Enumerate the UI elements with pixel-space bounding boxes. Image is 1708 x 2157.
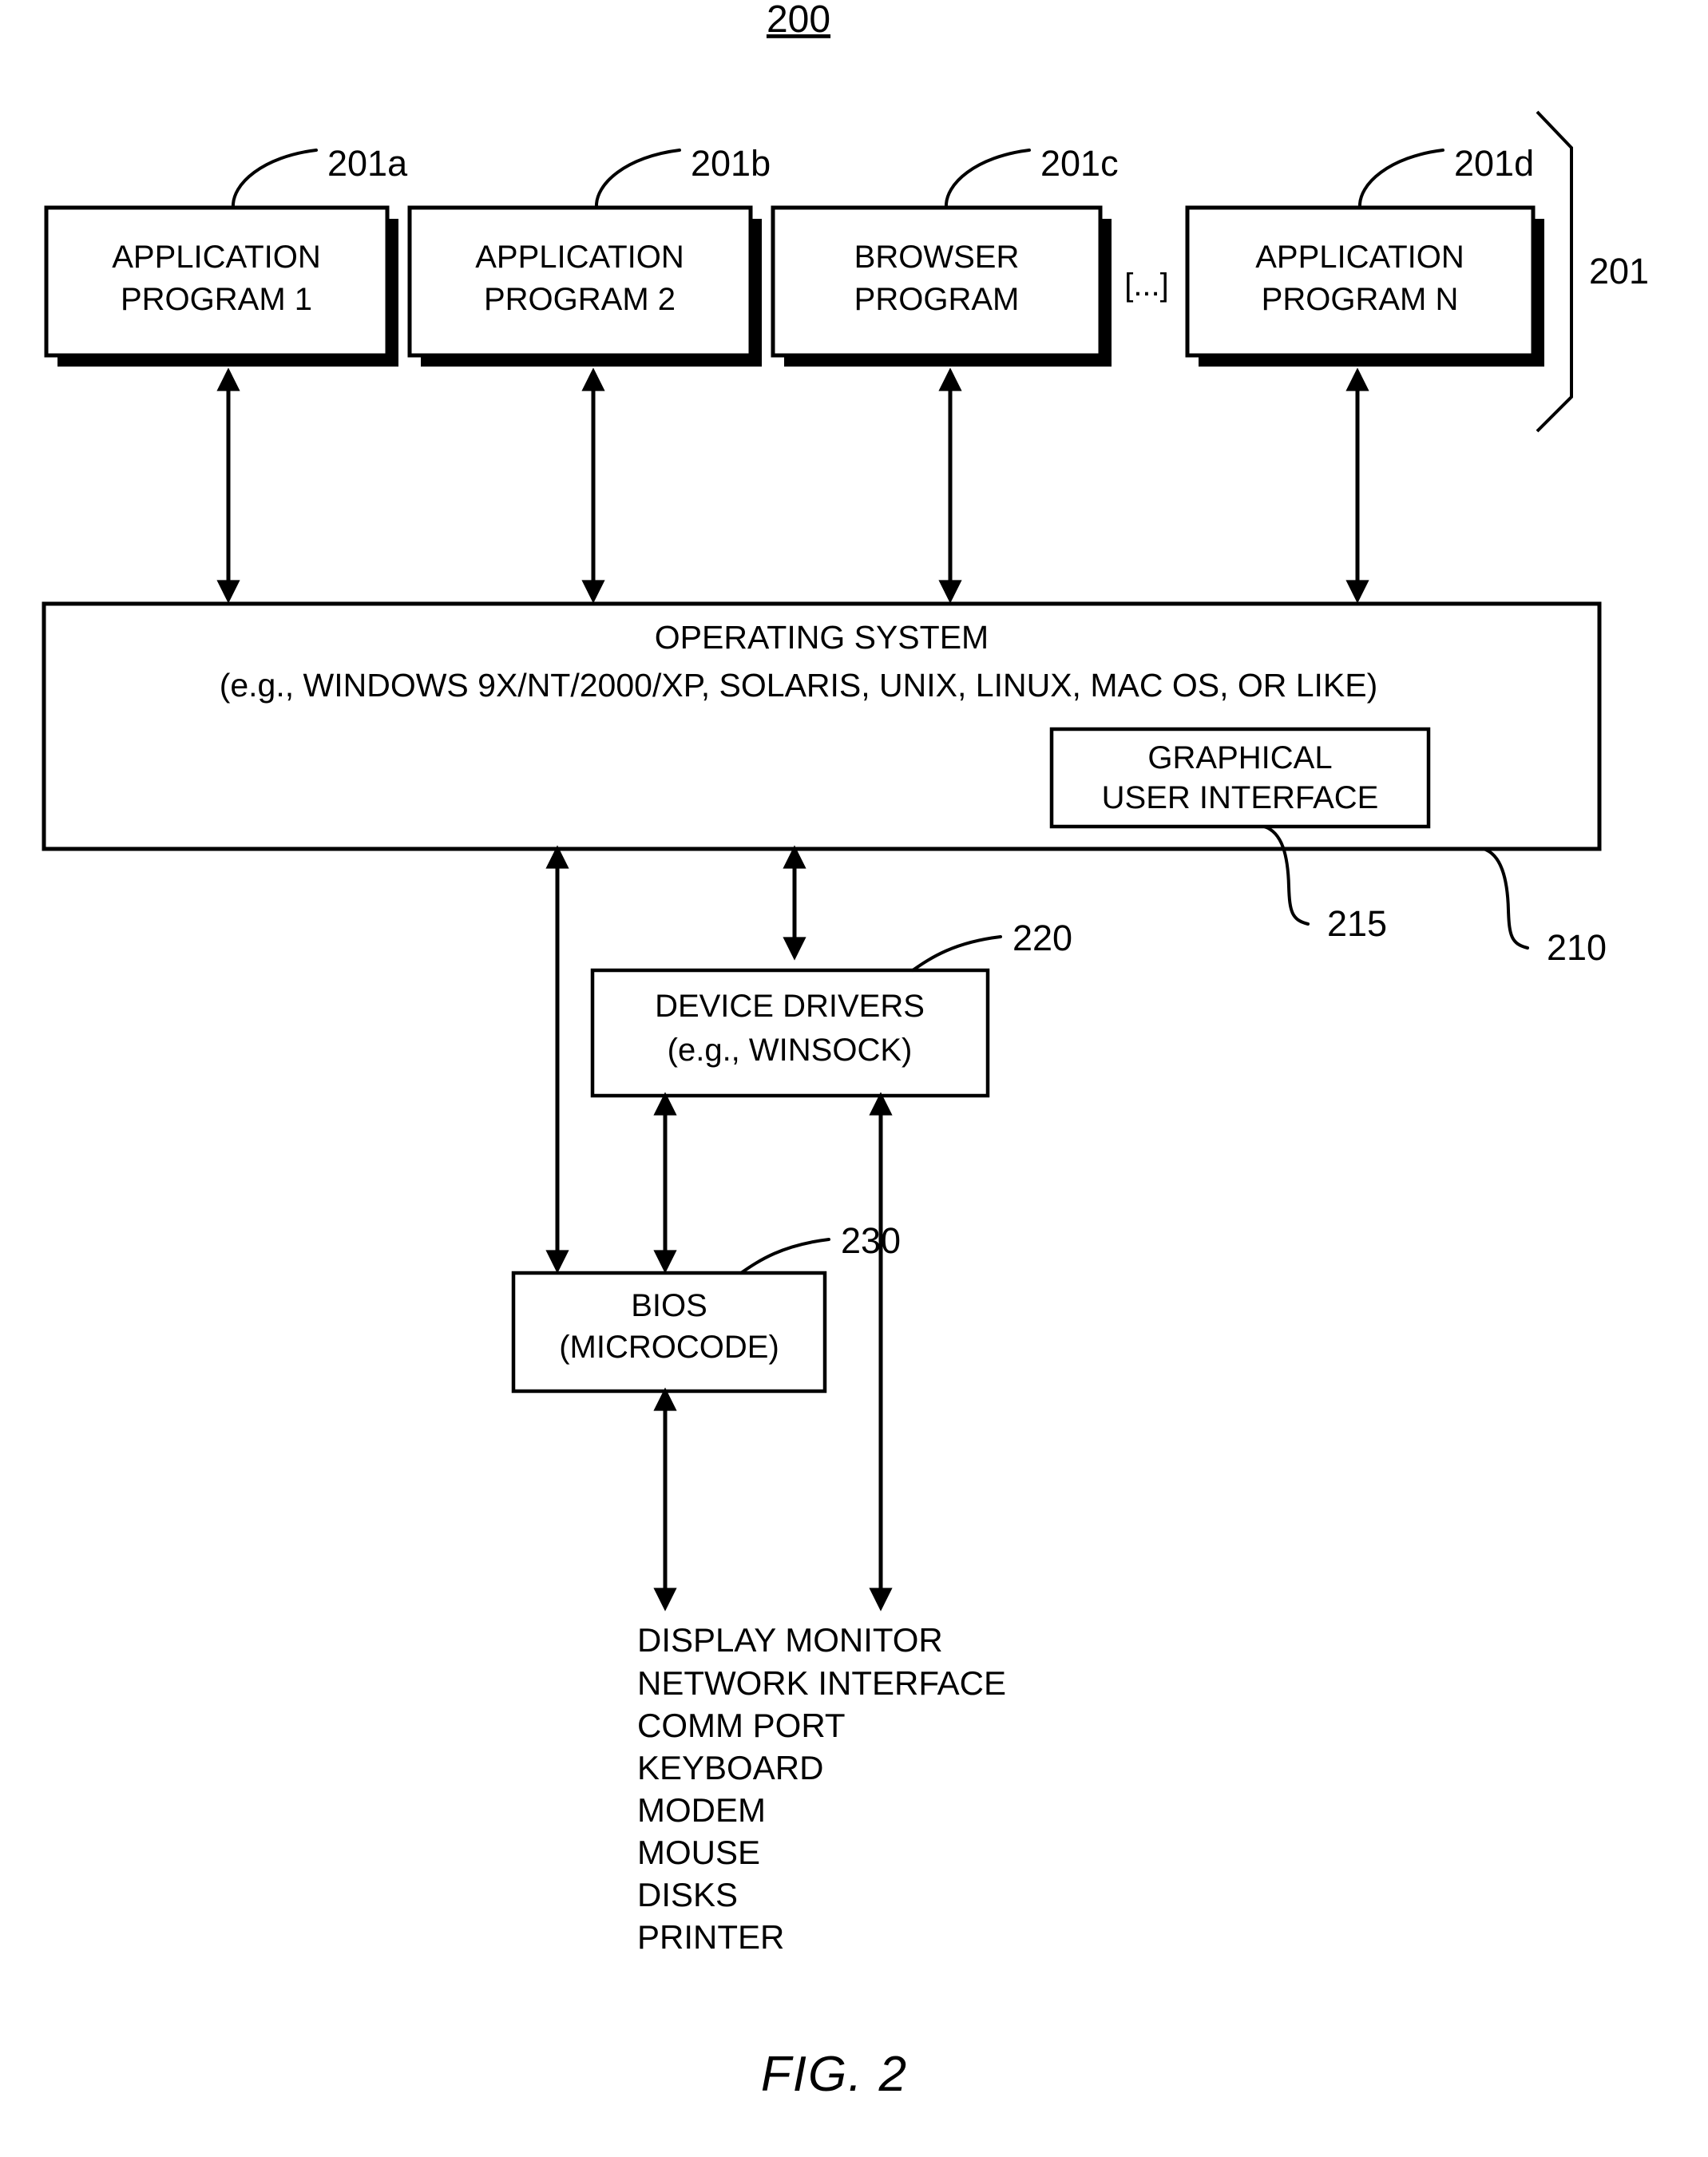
device-list-item-keyboard: KEYBOARD [637,1749,823,1786]
patent-figure-page: 200 APPLICATION PROGRAM 1 201a APPLICATI… [0,0,1708,2157]
application-program-n-label-line1: APPLICATION [1255,240,1464,275]
device-list-item-mouse: MOUSE [637,1834,760,1871]
application-program-1-label-line1: APPLICATION [112,240,321,275]
operating-system-title: OPERATING SYSTEM [655,619,989,656]
device-drivers-label-line1: DEVICE DRIVERS [655,989,925,1024]
reference-201a: 201a [327,143,408,184]
browser-program-box[interactable]: BROWSER PROGRAM [771,205,1112,367]
reference-201d: 201d [1454,143,1534,184]
figure-diagram: 200 APPLICATION PROGRAM 1 201a APPLICATI… [42,0,1649,2102]
figure-caption: FIG. 2 [761,2047,908,2102]
graphical-user-interface-box[interactable]: GRAPHICAL USER INTERFACE [1049,727,1431,829]
application-program-1-label-line2: PROGRAM 1 [121,282,312,317]
device-drivers-label-line2: (e.g., WINSOCK) [668,1033,913,1068]
leader-line-201a [231,149,318,209]
browser-program-label-line1: BROWSER [854,240,1020,275]
device-list-item-modem: MODEM [637,1791,766,1829]
leader-line-201b [594,149,681,209]
browser-program-label-line2: PROGRAM [854,282,1020,317]
application-program-1-box[interactable]: APPLICATION PROGRAM 1 [44,205,398,367]
leader-line-201d [1357,149,1444,209]
leader-line-230 [739,1238,830,1275]
operating-system-subtitle: (e.g., WINDOWS 9X/NT/2000/XP, SOLARIS, U… [220,667,1378,704]
reference-210: 210 [1547,927,1607,968]
programs-ellipsis: [...] [1124,268,1169,303]
leader-line-201c [944,149,1031,209]
application-program-2-label-line2: PROGRAM 2 [484,282,676,317]
bios-label-line1: BIOS [631,1288,707,1323]
device-list-item-disks: DISKS [637,1876,738,1913]
bios-box[interactable]: BIOS (MICROCODE) [511,1271,827,1394]
device-list-item-printer: PRINTER [637,1918,784,1956]
device-drivers-box[interactable]: DEVICE DRIVERS (e.g., WINSOCK) [590,968,990,1098]
leader-line-210 [1482,847,1529,950]
gui-label-line1: GRAPHICAL [1147,740,1332,775]
gui-label-line2: USER INTERFACE [1102,780,1379,815]
reference-220: 220 [1013,918,1072,958]
device-list-item-display-monitor: DISPLAY MONITOR [637,1621,943,1659]
application-program-n-box[interactable]: APPLICATION PROGRAM N [1185,205,1544,367]
device-list: DISPLAY MONITOR NETWORK INTERFACE COMM P… [637,1621,1006,1956]
reference-201: 201 [1589,251,1649,291]
device-list-item-comm-port: COMM PORT [637,1707,846,1744]
device-list-item-network-interface: NETWORK INTERFACE [637,1664,1006,1702]
reference-230: 230 [841,1220,901,1261]
bios-label-line2: (MICROCODE) [559,1330,779,1365]
leader-line-220 [911,935,1002,972]
reference-201b: 201b [691,143,771,184]
figure-number: 200 [767,0,830,41]
application-program-2-label-line1: APPLICATION [475,240,684,275]
application-program-2-box[interactable]: APPLICATION PROGRAM 2 [407,205,762,367]
application-program-n-label-line2: PROGRAM N [1262,282,1459,317]
reference-201c: 201c [1040,143,1119,184]
reference-215: 215 [1327,903,1387,944]
